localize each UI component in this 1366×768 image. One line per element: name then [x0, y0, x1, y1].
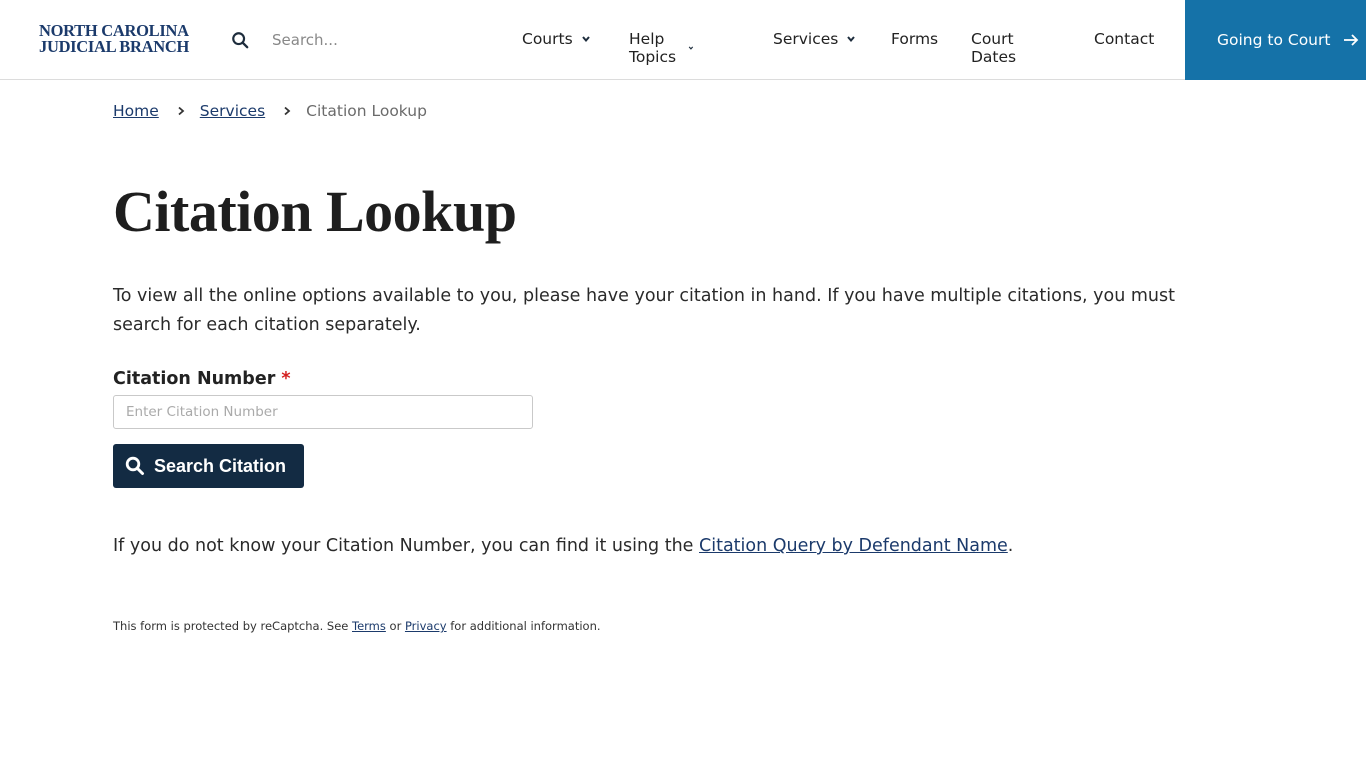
search-icon[interactable]: [231, 31, 249, 49]
chevron-down-icon: [581, 36, 590, 43]
citation-query-link[interactable]: Citation Query by Defendant Name: [699, 536, 1008, 556]
chevron-right-icon: [284, 106, 291, 116]
privacy-link[interactable]: Privacy: [405, 619, 447, 633]
arrow-right-icon: [1344, 34, 1359, 46]
nav-forms-label: Forms: [891, 30, 939, 48]
site-logo[interactable]: NORTH CAROLINA JUDICIAL BRANCH: [39, 22, 189, 56]
intro-text: To view all the online options available…: [113, 286, 1175, 335]
logo-line-2: JUDICIAL BRANCH: [39, 37, 189, 56]
captcha-suffix: for additional information.: [446, 619, 601, 633]
chevron-right-icon: [178, 106, 185, 116]
nav-help-topics-label: Help Topics: [629, 30, 677, 66]
search-citation-label: Search Citation: [154, 455, 287, 476]
nav-courts-label: Courts: [522, 30, 573, 48]
going-to-court-button[interactable]: Going to Court: [1185, 0, 1366, 80]
breadcrumb-home[interactable]: Home: [113, 102, 159, 120]
chevron-down-icon: [688, 46, 694, 50]
nav-services-label: Services: [773, 30, 839, 48]
chevron-down-icon: [847, 36, 856, 43]
captcha-or: or: [385, 619, 405, 633]
going-to-court-label: Going to Court: [1217, 31, 1331, 49]
nav-court-dates[interactable]: Court Dates: [971, 30, 1016, 66]
nav-court-dates-label: Court Dates: [971, 30, 1017, 66]
nav-forms[interactable]: Forms: [891, 30, 938, 48]
search-icon: [125, 456, 144, 475]
breadcrumb-current: Citation Lookup: [306, 102, 427, 120]
recaptcha-notice: This form is protected by reCaptcha. See…: [113, 619, 601, 633]
citation-number-label: Citation Number *: [113, 369, 291, 389]
site-header: NORTH CAROLINA JUDICIAL BRANCH Courts He…: [0, 0, 1366, 80]
nav-contact-label: Contact: [1094, 30, 1155, 48]
help-text-suffix: .: [1007, 536, 1014, 556]
nav-services[interactable]: Services: [773, 30, 856, 48]
nav-help-topics[interactable]: Help Topics: [629, 30, 694, 66]
captcha-prefix: This form is protected by reCaptcha. See: [113, 619, 352, 633]
page-title: Citation Lookup: [113, 179, 517, 244]
search-citation-button[interactable]: Search Citation: [113, 444, 304, 488]
help-text-prefix: If you do not know your Citation Number,…: [113, 536, 700, 556]
required-marker: *: [281, 369, 291, 389]
help-text: If you do not know your Citation Number,…: [113, 536, 1013, 556]
nav-contact[interactable]: Contact: [1094, 30, 1154, 48]
nav-courts[interactable]: Courts: [522, 30, 591, 48]
terms-link[interactable]: Terms: [352, 619, 386, 633]
citation-number-label-text: Citation Number: [113, 369, 276, 389]
breadcrumb-services[interactable]: Services: [200, 102, 265, 120]
breadcrumb: Home Services Citation Lookup: [113, 102, 427, 120]
site-search-input[interactable]: [262, 24, 462, 56]
citation-number-input[interactable]: [113, 395, 533, 429]
